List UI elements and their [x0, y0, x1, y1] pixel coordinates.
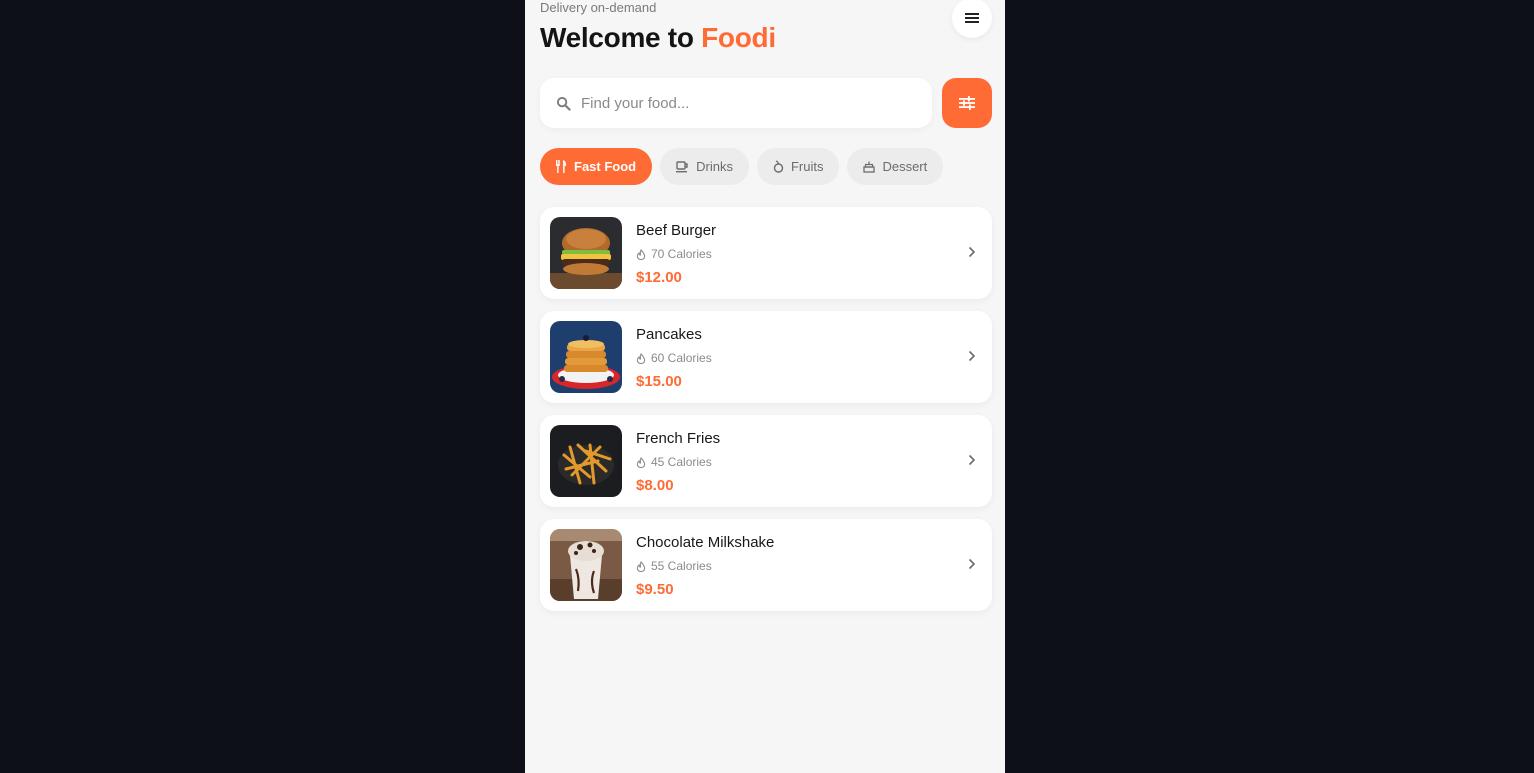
food-name: Beef Burger: [636, 222, 717, 239]
tab-label: Dessert: [882, 159, 928, 174]
category-tabs: Fast Food Drinks Fruits Dessert: [540, 148, 944, 185]
food-card-beef-burger[interactable]: Beef Burger 70 Calories $12.00: [540, 207, 992, 299]
food-calories: 70 Calories: [636, 247, 712, 261]
filter-button[interactable]: [942, 78, 992, 128]
cup-icon: [676, 160, 688, 172]
chevron-right-icon: [968, 454, 976, 466]
utensils-icon: [556, 160, 567, 173]
search-input[interactable]: [581, 94, 901, 112]
food-image-fries: [550, 425, 622, 497]
flame-icon: [636, 456, 646, 468]
tab-fast-food[interactable]: Fast Food: [540, 148, 653, 185]
food-name: French Fries: [636, 430, 721, 447]
calories-text: 60 Calories: [651, 351, 712, 365]
calories-text: 45 Calories: [651, 455, 712, 469]
tab-fruits[interactable]: Fruits: [756, 148, 840, 185]
food-card-pancakes[interactable]: Pancakes 60 Calories $15.00: [540, 311, 992, 403]
food-name: Pancakes: [636, 326, 702, 343]
flame-icon: [636, 248, 646, 260]
sliders-icon: [959, 96, 975, 110]
hamburger-icon: [965, 13, 979, 23]
food-image-milkshake: [550, 529, 622, 601]
food-price: $8.00: [636, 477, 674, 494]
food-name: Chocolate Milkshake: [636, 534, 775, 551]
food-card-chocolate-milkshake[interactable]: Chocolate Milkshake 55 Calories $9.50: [540, 519, 992, 611]
calories-text: 55 Calories: [651, 559, 712, 573]
title-prefix: Welcome to: [540, 22, 694, 53]
fruit-icon: [773, 160, 784, 173]
tab-label: Fruits: [790, 159, 824, 174]
tab-dessert[interactable]: Dessert: [847, 148, 944, 185]
food-calories: 55 Calories: [636, 559, 712, 573]
chevron-right-icon: [968, 246, 976, 258]
title-brand: Foodi: [701, 22, 776, 53]
search-bar: [540, 78, 932, 128]
tab-label: Drinks: [696, 159, 733, 174]
food-image-burger: [550, 217, 622, 289]
cake-icon: [863, 161, 876, 173]
flame-icon: [636, 352, 646, 364]
header-subtitle: Delivery on-demand: [540, 0, 657, 15]
food-image-pancakes: [550, 321, 622, 393]
food-price: $9.50: [636, 581, 674, 598]
food-list: Beef Burger 70 Calories $12.00 Pancakes …: [540, 207, 992, 623]
food-card-french-fries[interactable]: French Fries 45 Calories $8.00: [540, 415, 992, 507]
chevron-right-icon: [968, 350, 976, 362]
app-screen: Delivery on-demand Welcome to Foodi Find…: [525, 0, 1005, 773]
food-calories: 45 Calories: [636, 455, 712, 469]
tab-drinks[interactable]: Drinks: [660, 148, 749, 185]
menu-button[interactable]: [952, 0, 992, 38]
tab-label: Fast Food: [574, 159, 637, 174]
food-calories: 60 Calories: [636, 351, 712, 365]
calories-text: 70 Calories: [651, 247, 712, 261]
search-icon: [556, 96, 571, 111]
food-price: $15.00: [636, 373, 682, 390]
food-price: $12.00: [636, 269, 682, 286]
flame-icon: [636, 560, 646, 572]
chevron-right-icon: [968, 558, 976, 570]
page-title: Welcome to Foodi: [540, 22, 776, 54]
